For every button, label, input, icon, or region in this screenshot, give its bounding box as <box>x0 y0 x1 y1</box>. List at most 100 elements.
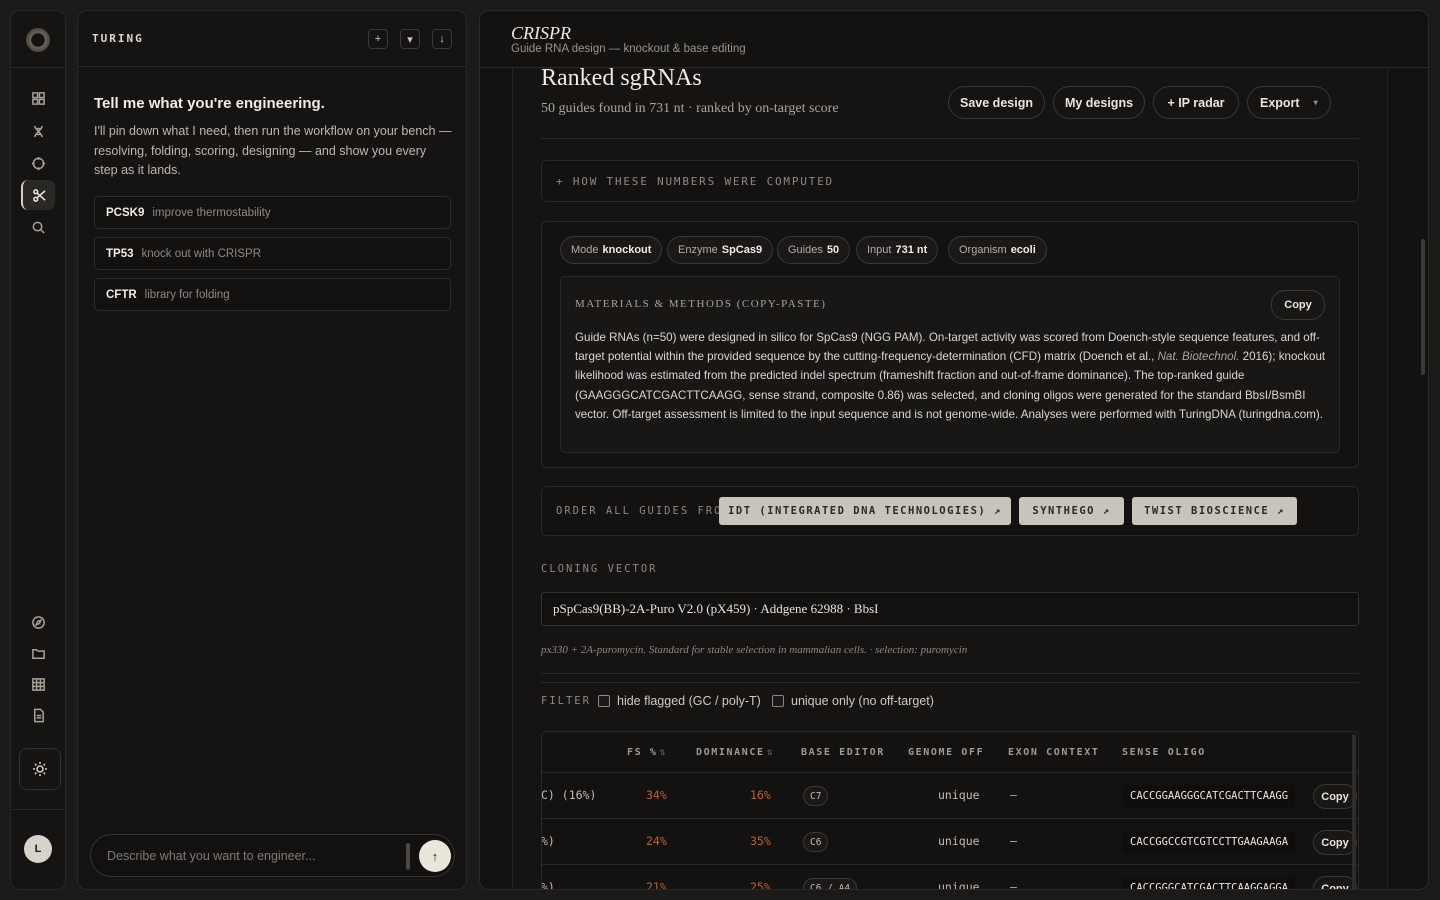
theme-toggle-sun-icon[interactable] <box>19 748 61 790</box>
hide-flagged-checkbox[interactable] <box>598 695 610 707</box>
table-row[interactable]: %) 24% 35% C6 unique — CACCGGCCGTCGTCCTT… <box>542 819 1358 865</box>
download-button[interactable]: ↓ <box>432 29 452 49</box>
param-chip-organism: Organism ecoli <box>948 236 1047 264</box>
genome-off-cell: unique <box>938 880 980 890</box>
dashboard-icon[interactable] <box>21 83 55 113</box>
how-computed-toggle[interactable]: + HOW THESE NUMBERS WERE COMPUTED <box>541 160 1359 202</box>
composer-input[interactable] <box>107 847 397 865</box>
param-chip-input: Input 731 nt <box>856 236 939 264</box>
cloning-vector-note: px330 + 2A-puromycin. Standard for stabl… <box>541 644 968 656</box>
partial-cell: C) (16%) <box>541 788 597 802</box>
base-editor-chip: C6 / A4 <box>803 878 858 889</box>
genome-off-cell: unique <box>938 788 980 802</box>
column-header-base-editor: BASE EDITOR <box>801 747 885 758</box>
copy-methods-button[interactable]: Copy <box>1271 290 1325 320</box>
suggestion-tp53[interactable]: TP53 knock out with CRISPR <box>94 237 451 270</box>
param-value: ecoli <box>1010 244 1036 256</box>
vendor-twist-link[interactable]: TWIST BIOSCIENCE ↗ <box>1132 497 1297 525</box>
suggestion-pcsk9[interactable]: PCSK9 improve thermostability <box>94 196 451 229</box>
vendor-synthego-link[interactable]: SYNTHEGO ↗ <box>1019 497 1124 525</box>
copy-oligo-button[interactable]: Copy <box>1313 784 1357 809</box>
param-chip-enzyme: Enzyme SpCas9 <box>667 236 774 264</box>
chat-panel: TURING + ▾ ↓ Tell me what you're enginee… <box>77 10 467 890</box>
page-subtitle: Guide RNA design — knockout & base editi… <box>511 43 746 55</box>
journal-name: Nat. Biotechnol. <box>1157 350 1240 364</box>
export-button[interactable]: Export ▾ <box>1247 86 1331 119</box>
main-header: CRISPR Guide RNA design — knockout & bas… <box>480 11 1428 68</box>
column-label: DOMINANCE <box>696 747 765 758</box>
chat-header: TURING + ▾ ↓ <box>78 11 466 67</box>
new-chat-button[interactable]: + <box>368 29 388 49</box>
table-row[interactable]: C) (16%) 34% 16% C7 unique — CACCGGAAGGG… <box>542 773 1358 819</box>
genome-off-cell: unique <box>938 834 980 848</box>
order-label: ORDER ALL GUIDES FROM <box>556 505 731 517</box>
target-icon[interactable] <box>21 148 55 178</box>
methods-label: MATERIALS & METHODS (COPY-PASTE) <box>575 298 827 310</box>
chat-dropdown-button[interactable]: ▾ <box>400 29 420 49</box>
param-value: 731 nt <box>895 244 928 256</box>
param-value: knockout <box>602 244 652 256</box>
intro-title: Tell me what you're engineering. <box>94 95 325 112</box>
avatar[interactable]: L <box>24 835 52 863</box>
document-icon[interactable] <box>21 700 55 730</box>
unique-only-checkbox[interactable] <box>772 695 784 707</box>
cloning-vector-select[interactable]: pSpCas9(BB)-2A-Puro V2.0 (pX459) · Addge… <box>541 592 1359 626</box>
main-panel: CRISPR Guide RNA design — knockout & bas… <box>479 10 1429 890</box>
column-header-genome-off: GENOME OFF <box>908 747 985 758</box>
dominance-cell: 16% <box>750 788 771 802</box>
param-label: Input <box>867 244 892 256</box>
vendor-idt-link[interactable]: IDT (INTEGRATED DNA TECHNOLOGIES) ↗ <box>719 497 1011 525</box>
guides-table: FS % ⇅ DOMINANCE ⇅ BASE EDITOR GENOME OFF … <box>541 731 1359 890</box>
compass-icon[interactable] <box>21 607 55 637</box>
methods-text: Guide RNAs (n=50) were designed in silic… <box>575 328 1327 424</box>
intro-body: I'll pin down what I need, then run the … <box>94 124 452 177</box>
partial-cell: %) <box>541 880 555 890</box>
exon-cell: — <box>1010 880 1017 890</box>
order-guides-bar: ORDER ALL GUIDES FROM IDT (INTEGRATED DN… <box>541 486 1359 536</box>
search-icon[interactable] <box>21 212 55 242</box>
main-scrollbar[interactable] <box>1421 239 1425 375</box>
chevron-down-icon: ▾ <box>1313 98 1318 107</box>
design-parameters: Mode knockout Enzyme SpCas9 Guides 50 Input… <box>541 221 1359 468</box>
page-title: CRISPR <box>511 23 571 43</box>
crispr-scissors-icon[interactable] <box>21 180 55 210</box>
column-header-dominance[interactable]: DOMINANCE ⇅ <box>696 747 774 758</box>
fs-cell: 24% <box>646 834 667 848</box>
ip-radar-button[interactable]: + IP radar <box>1153 86 1239 119</box>
copy-oligo-button[interactable]: Copy <box>1313 830 1357 855</box>
folder-icon[interactable] <box>21 638 55 668</box>
sense-oligo-cell: CACCGGCCGTCGTCCTTGAAGAAGA <box>1123 831 1296 853</box>
logo-icon <box>26 28 50 52</box>
suggestion-desc: improve thermostability <box>152 206 271 219</box>
rail-divider <box>11 67 65 68</box>
divider <box>541 138 1359 139</box>
my-designs-button[interactable]: My designs <box>1053 86 1145 119</box>
composer: ↑ <box>90 834 455 877</box>
exon-cell: — <box>1010 834 1017 848</box>
suggestion-gene: CFTR <box>106 288 137 301</box>
param-label: Mode <box>571 244 599 256</box>
divider <box>541 673 1359 674</box>
param-value: SpCas9 <box>721 244 763 256</box>
hide-flagged-label[interactable]: hide flagged (GC / poly-T) <box>617 694 761 708</box>
table-scrollbar[interactable] <box>1352 734 1356 889</box>
dominance-cell: 25% <box>750 880 771 890</box>
composer-divider <box>406 843 410 870</box>
dna-icon[interactable] <box>21 116 55 146</box>
unique-only-label[interactable]: unique only (no off-target) <box>791 694 934 708</box>
param-label: Guides <box>788 244 823 256</box>
save-design-button[interactable]: Save design <box>948 86 1045 119</box>
copy-oligo-button[interactable]: Copy <box>1313 876 1357 889</box>
send-arrow-icon[interactable]: ↑ <box>419 840 451 872</box>
table-row[interactable]: %) 21% 25% C6 / A4 unique — CACCGGGCATCG… <box>541 865 1358 890</box>
brand-title: TURING <box>92 32 144 45</box>
suggestion-cftr[interactable]: CFTR library for folding <box>94 278 451 311</box>
materials-methods-box: MATERIALS & METHODS (COPY-PASTE) Copy Gu… <box>560 276 1340 453</box>
column-header-fs[interactable]: FS % ⇅ <box>627 747 667 758</box>
export-label: Export <box>1260 95 1300 110</box>
suggestion-desc: library for folding <box>144 288 230 301</box>
grid-icon[interactable] <box>21 669 55 699</box>
sort-icon: ⇅ <box>659 747 668 758</box>
icon-rail: L <box>10 10 66 890</box>
param-chip-guides: Guides 50 <box>777 236 851 264</box>
